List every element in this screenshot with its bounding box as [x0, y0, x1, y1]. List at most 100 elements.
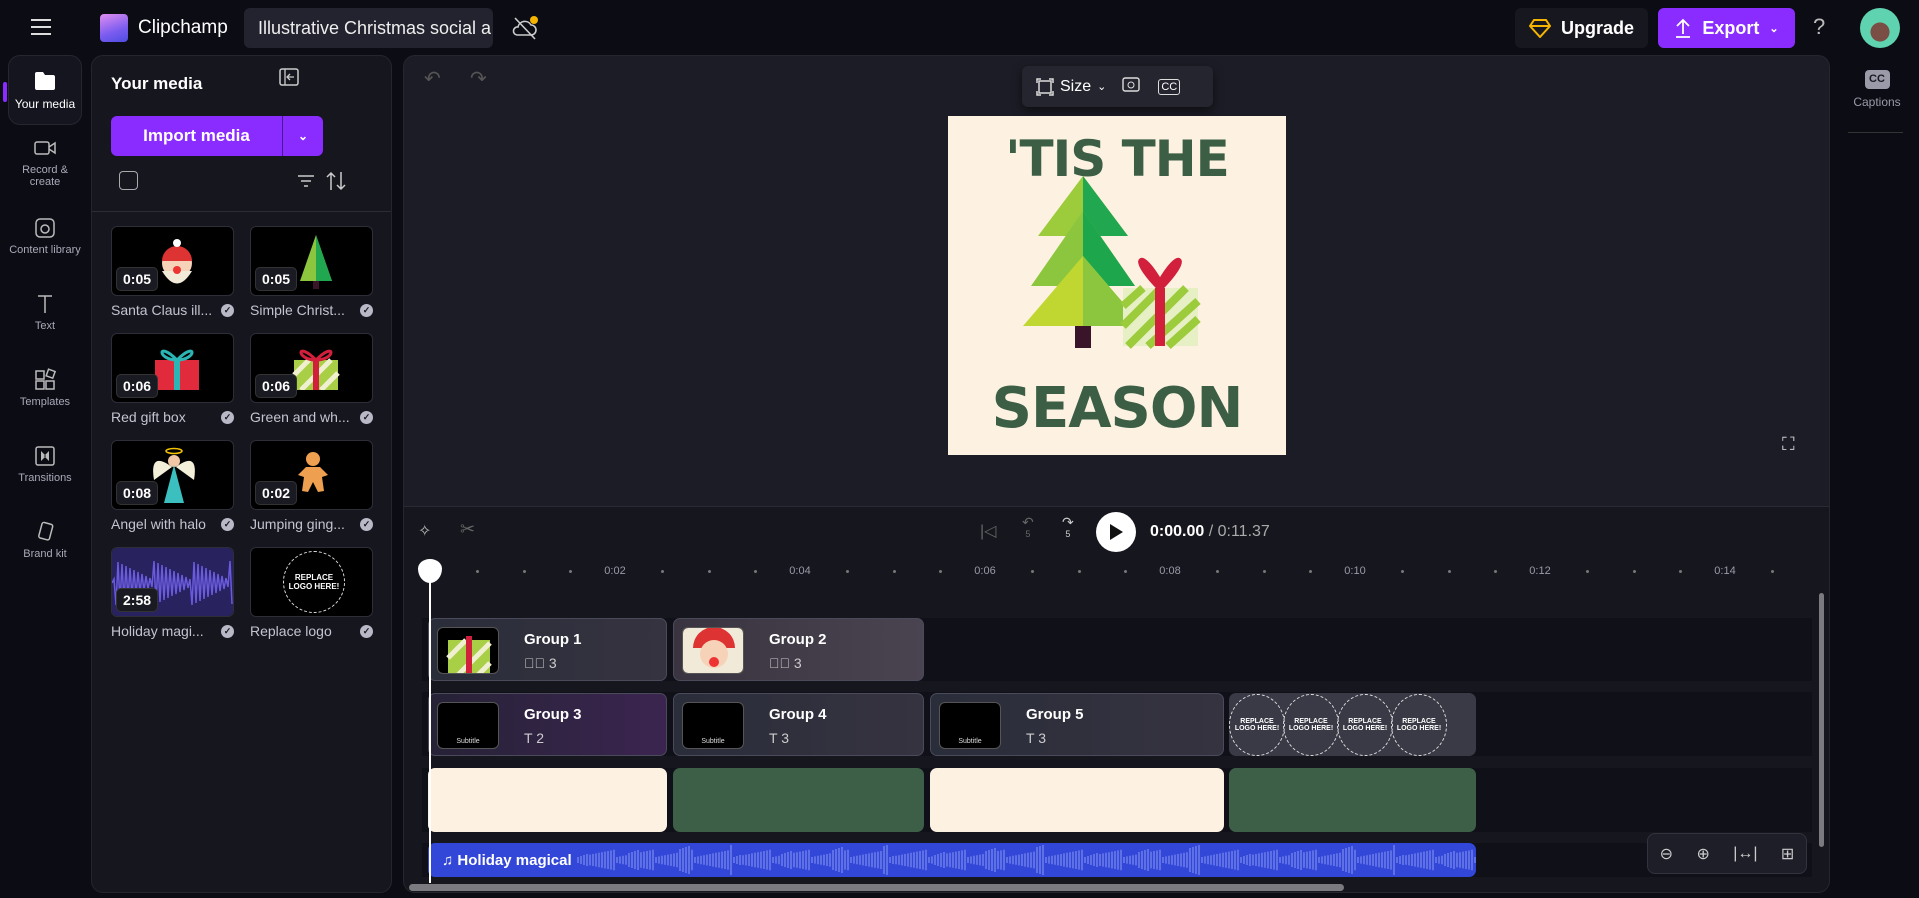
check-icon: ✓ — [360, 410, 373, 424]
ruler-dot — [1678, 570, 1682, 573]
scissors-icon[interactable]: ✂ — [460, 519, 475, 540]
sort-icon[interactable] — [324, 169, 348, 193]
background-clip-green-1[interactable] — [673, 768, 924, 832]
group-clip-2[interactable]: Group 2 ▶⃞ 3 — [673, 618, 924, 681]
ruler-dot — [522, 570, 526, 573]
preview-canvas[interactable]: 'TIS THE SEASON — [948, 116, 1286, 455]
project-title-input[interactable]: Illustrative Christmas social a — [244, 8, 493, 48]
ruler-dot — [568, 570, 572, 573]
skip-to-start-icon[interactable]: |◁ — [980, 521, 996, 541]
check-icon: ✓ — [221, 624, 234, 638]
media-item-label[interactable]: Replace logo ✓ — [250, 623, 373, 639]
nav-record-create[interactable]: Record & create — [8, 127, 82, 197]
group-thumbnail: Subtitle — [437, 702, 499, 749]
zoom-in-icon[interactable]: ⊕ — [1696, 844, 1709, 864]
group-clip-4[interactable]: Subtitle Group 4T 3 — [673, 693, 924, 756]
nav-content-library[interactable]: Content library — [8, 201, 82, 271]
fit-to-width-icon[interactable]: |↔| — [1733, 845, 1757, 863]
cloud-sync-off-icon[interactable] — [510, 14, 540, 42]
captions-button[interactable]: CC Captions — [1852, 70, 1902, 109]
media-thumbnail[interactable]: REPLACE LOGO HERE! — [250, 547, 373, 617]
auto-captions-icon[interactable]: CC — [1158, 78, 1181, 95]
redo-icon[interactable]: ↷ — [470, 66, 487, 91]
audio-clip-label: ♫ Holiday magical — [442, 851, 572, 869]
expand-timeline-icon[interactable]: ⊞ — [1781, 844, 1794, 864]
duration-badge: 0:06 — [116, 374, 159, 398]
hamburger-menu-icon[interactable] — [28, 16, 54, 38]
magic-sparkle-icon[interactable]: ✧ — [418, 521, 431, 541]
logo-placeholder: REPLACE LOGO HERE! — [1337, 693, 1393, 756]
text-icon: T — [524, 730, 533, 746]
nav-text[interactable]: Text — [8, 277, 82, 347]
logo-placeholder: REPLACE LOGO HERE! — [1229, 693, 1285, 756]
group-thumbnail — [682, 627, 744, 674]
rewind-5-button[interactable]: ↶ 5 — [1022, 515, 1034, 539]
import-media-button[interactable]: Import media ⌄ — [111, 116, 323, 156]
play-button[interactable] — [1096, 512, 1136, 552]
check-icon: ✓ — [221, 410, 234, 424]
media-thumbnail[interactable]: 0:05 — [111, 226, 234, 296]
media-item-label[interactable]: Angel with halo ✓ — [111, 516, 234, 532]
ruler-dot — [476, 570, 480, 573]
fullscreen-icon[interactable]: ⛶ — [1782, 434, 1795, 455]
upgrade-button[interactable]: Upgrade — [1515, 8, 1648, 48]
size-button[interactable]: Size ⌄ — [1036, 78, 1106, 96]
group-count: T 3 — [1026, 730, 1046, 746]
background-clip-cream-1[interactable] — [428, 768, 667, 832]
logo-clip[interactable]: REPLACE LOGO HERE! REPLACE LOGO HERE! REPL… — [1229, 693, 1476, 756]
media-thumbnail[interactable]: 0:08 — [111, 440, 234, 510]
group-clip-3[interactable]: Subtitle Group 3T 2 — [428, 693, 667, 756]
group-count: ▶⃞ 3 — [524, 655, 557, 671]
media-item-label[interactable]: Green and wh... ✓ — [250, 409, 373, 425]
media-thumbnail[interactable]: 0:06 — [250, 333, 373, 403]
avatar[interactable] — [1860, 8, 1900, 48]
background-clip-cream-2[interactable] — [930, 768, 1224, 832]
media-thumbnail[interactable]: 0:02 — [250, 440, 373, 510]
video-camera-icon — [34, 141, 56, 155]
chevron-down-icon: ⌄ — [1769, 22, 1779, 35]
collapse-panel-icon[interactable] — [278, 66, 300, 88]
background-clip-green-2[interactable] — [1229, 768, 1476, 832]
audio-clip[interactable]: ♫ Holiday magical — [428, 843, 1476, 877]
logo-placeholder: REPLACE LOGO HERE! — [1391, 693, 1447, 756]
media-thumbnail[interactable]: 0:06 — [111, 333, 234, 403]
export-button[interactable]: Export ⌄ — [1658, 8, 1795, 48]
filter-icon[interactable] — [296, 171, 316, 191]
media-thumbnail[interactable]: 2:58 — [111, 547, 234, 617]
video-icon: ▶⃞ — [524, 655, 545, 671]
ruler-dot — [846, 570, 850, 573]
media-item-label[interactable]: Holiday magi... ✓ — [111, 623, 234, 639]
media-item-label[interactable]: Jumping ging... ✓ — [250, 516, 373, 532]
editor-panel: ↶ ↷ Size ⌄ CC 'TIS THE SEASON ⛶ ✧ ✂ |◁ ↶ 5… — [403, 55, 1830, 893]
ruler-dot — [661, 570, 665, 573]
horizontal-scrollbar[interactable] — [409, 884, 1344, 891]
group-count: ▶⃞ 3 — [769, 655, 802, 671]
nav-your-media[interactable]: Your media — [8, 55, 82, 125]
timecode: 0:00.00 / 0:11.37 — [1150, 523, 1270, 540]
nav-templates[interactable]: Templates — [8, 353, 82, 423]
select-all-checkbox[interactable] — [119, 171, 138, 190]
ruler-dot — [1123, 570, 1127, 573]
ruler-dot — [1308, 570, 1312, 573]
vertical-scrollbar[interactable] — [1819, 593, 1824, 847]
nav-brand-kit[interactable]: Brand kit — [8, 505, 82, 575]
media-item-label[interactable]: Santa Claus ill... ✓ — [111, 302, 234, 318]
ruler-dot — [1447, 570, 1451, 573]
group-clip-5[interactable]: Subtitle Group 5T 3 — [930, 693, 1224, 756]
canvas-toolbar: Size ⌄ CC — [1022, 66, 1213, 107]
ruler-dot — [892, 570, 896, 573]
media-item-label[interactable]: Red gift box ✓ — [111, 409, 234, 425]
group-thumbnail: Subtitle — [682, 702, 744, 749]
import-dropdown-chevron-icon[interactable]: ⌄ — [283, 116, 323, 156]
undo-icon[interactable]: ↶ — [424, 66, 441, 91]
media-thumbnail[interactable]: 0:05 — [250, 226, 373, 296]
group-clip-1[interactable]: Group 1 ▶⃞ 3 — [428, 618, 667, 681]
media-item-label[interactable]: Simple Christ... ✓ — [250, 302, 373, 318]
background-remove-icon[interactable] — [1122, 75, 1142, 98]
forward-5-button[interactable]: ↷ 5 — [1062, 515, 1074, 539]
transitions-icon — [35, 446, 55, 466]
templates-icon — [35, 368, 57, 390]
help-button[interactable]: ? — [1813, 14, 1825, 40]
zoom-out-icon[interactable]: ⊖ — [1660, 844, 1673, 864]
nav-transitions[interactable]: Transitions — [8, 429, 82, 499]
